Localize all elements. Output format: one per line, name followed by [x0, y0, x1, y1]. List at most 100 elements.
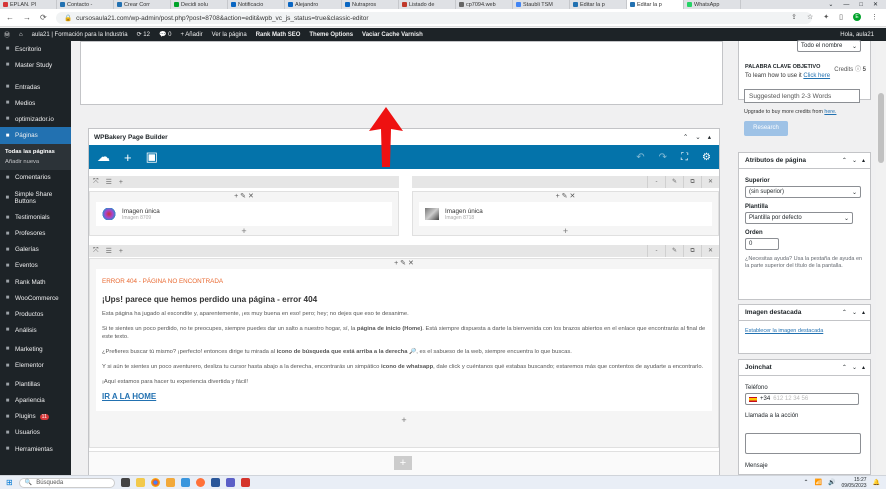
collapse-icon[interactable]: ▴	[862, 157, 865, 164]
sidebar-item-an-lisis[interactable]: ■ Análisis	[0, 322, 71, 338]
sidebar-item-apariencia[interactable]: ■ Apariencia	[0, 393, 71, 409]
add-column-icon[interactable]: +	[119, 179, 123, 186]
wordpress-logo-icon[interactable]: Ⓦ	[4, 30, 10, 39]
browser-tab[interactable]: Crear Corr	[114, 0, 171, 9]
sidebar-item-master-study[interactable]: ■ Master Study	[0, 57, 71, 73]
move-down-icon[interactable]: ⌄	[852, 309, 857, 316]
site-name[interactable]: aula21 | Formación para la Industria	[32, 32, 128, 38]
sidebar-item-herramientas[interactable]: ■ Herramientas	[0, 441, 71, 457]
add-column-icon[interactable]: +	[119, 248, 123, 255]
sidebar-item-optimizador-io[interactable]: ■ optimizador.io	[0, 111, 71, 127]
collapse-icon[interactable]: ▴	[708, 133, 711, 141]
sidebar-item-eventos[interactable]: ■ Eventos	[0, 258, 71, 274]
row-clone-icon[interactable]: ⧉	[683, 176, 701, 188]
clock[interactable]: 15:27 09/05/2023	[841, 477, 866, 489]
move-up-icon[interactable]: ⌃	[842, 309, 847, 316]
teams-icon[interactable]	[225, 478, 235, 487]
image-element[interactable]: Imagen única Imagen 8709	[96, 202, 392, 226]
explorer-icon[interactable]	[135, 478, 145, 487]
page-scrollbar[interactable]	[876, 41, 886, 475]
submenu-item[interactable]: Todas las páginas	[0, 147, 71, 157]
upgrade-link[interactable]: here.	[824, 109, 836, 115]
tab-search-icon[interactable]: ⌄	[828, 1, 833, 8]
volume-icon[interactable]: 🔊	[828, 479, 835, 486]
comments-link[interactable]: 💬 0	[159, 31, 171, 38]
add-row-button[interactable]: +	[394, 456, 412, 470]
cache-link[interactable]: Vaciar Cache Varnish	[362, 32, 423, 38]
sidebar-item-simple-share-buttons[interactable]: ■ Simple Share Buttons	[0, 186, 71, 210]
page-attributes-header[interactable]: Atributos de página ⌃ ⌄ ▴	[739, 153, 870, 169]
browser-tab[interactable]: Decidi solu	[171, 0, 228, 9]
cta-textarea[interactable]	[745, 433, 861, 454]
settings-gear-icon[interactable]: ⚙	[702, 152, 711, 163]
click-here-link[interactable]: Click here	[803, 73, 830, 79]
joinchat-header[interactable]: Joinchat ⌃ ⌄ ▴	[739, 360, 870, 376]
rank-math-link[interactable]: Rank Math SEO	[256, 32, 301, 38]
row-delete-icon[interactable]: ✕	[701, 245, 719, 257]
column-controls[interactable]: + ✎ ✕	[90, 192, 398, 202]
row-clone-icon[interactable]: ⧉	[683, 245, 701, 257]
notifications-icon[interactable]: 🔔	[873, 479, 880, 486]
add-element-plus[interactable]: +	[90, 226, 398, 236]
move-down-icon[interactable]: ⌄	[695, 133, 700, 141]
column-controls[interactable]: + ✎ ✕	[413, 192, 718, 202]
browser-tab[interactable]: Editar la p	[627, 0, 684, 9]
sidebar-item-rank-math[interactable]: ■ Rank Math	[0, 274, 71, 290]
files-icon[interactable]	[165, 478, 175, 487]
browser-tab[interactable]: Listado de	[399, 0, 456, 9]
chevron-up-icon[interactable]: ⌃	[803, 479, 808, 486]
layout-icon[interactable]: ☰	[106, 178, 112, 186]
close-window-icon[interactable]: ✕	[873, 1, 878, 8]
minimize-icon[interactable]: —	[843, 2, 849, 8]
browser-tab[interactable]: Contacto -	[57, 0, 114, 9]
template-select[interactable]: Plantilla por defecto ⌄	[745, 212, 853, 224]
templates-icon[interactable]: ▣	[146, 149, 158, 165]
windows-start-icon[interactable]: ⊞	[6, 478, 13, 487]
collapse-icon[interactable]: ▴	[862, 364, 865, 371]
scrollbar-thumb[interactable]	[878, 93, 884, 163]
firefox-icon[interactable]	[195, 478, 205, 487]
browser-tab[interactable]: Staubli TSM	[513, 0, 570, 9]
view-page-link[interactable]: Ver la página	[212, 32, 247, 38]
spain-flag-icon[interactable]	[749, 396, 757, 402]
sidebar-item-comentarios[interactable]: ■ Comentarios	[0, 170, 71, 186]
sidebar-item-plantillas[interactable]: ■ Plantillas	[0, 377, 71, 393]
redo-icon[interactable]: ↷	[659, 152, 667, 163]
bookmark-star-icon[interactable]: ☆	[807, 13, 813, 21]
move-up-icon[interactable]: ⌃	[842, 364, 847, 371]
chrome-icon[interactable]	[150, 478, 160, 487]
sidebar-item-plugins[interactable]: ■ Plugins 11	[0, 409, 71, 425]
add-element-plus[interactable]: +	[413, 226, 718, 236]
column-controls[interactable]: + ✎ ✕	[90, 259, 718, 269]
sidebar-item-testimonials[interactable]: ■ Testimonials	[0, 210, 71, 226]
submenu-item[interactable]: Añadir nueva	[0, 157, 71, 167]
featured-image-header[interactable]: Imagen destacada ⌃ ⌄ ▴	[739, 305, 870, 321]
sidebar-item-escritorio[interactable]: ■ Escritorio	[0, 41, 71, 57]
move-up-icon[interactable]: ⌃	[683, 133, 688, 141]
move-up-icon[interactable]: ⌃	[842, 157, 847, 164]
set-featured-image-link[interactable]: Establecer la imagen destacada	[745, 328, 823, 334]
sidebar-item-woocommerce[interactable]: ■ WooCommerce	[0, 290, 71, 306]
acrobat-icon[interactable]	[240, 478, 250, 487]
maximize-icon[interactable]: □	[859, 2, 863, 8]
address-bar[interactable]: 🔒 cursosaula21.com/wp-admin/post.php?pos…	[56, 12, 812, 24]
browser-tab[interactable]: Editar la p	[570, 0, 627, 9]
browser-tab[interactable]: Nutrapros	[342, 0, 399, 9]
phone-input[interactable]: +34 612 12 34 56	[745, 393, 859, 405]
new-content-link[interactable]: + Añadir	[180, 32, 202, 38]
drag-row-icon[interactable]: ⤧	[93, 247, 99, 255]
undo-icon[interactable]: ↶	[636, 152, 644, 163]
taskbar-search[interactable]: 🔍 Búsqueda	[18, 477, 115, 488]
menu-icon[interactable]: ⋮	[871, 13, 878, 21]
row-minus-icon[interactable]: -	[647, 245, 665, 257]
wpbakery-logo-icon[interactable]: ☁	[97, 149, 110, 165]
parent-select[interactable]: (sin superior) ⌄	[745, 186, 861, 198]
move-down-icon[interactable]: ⌄	[852, 364, 857, 371]
share-icon[interactable]: ⇪	[791, 13, 797, 21]
row-delete-icon[interactable]: ✕	[701, 176, 719, 188]
research-button[interactable]: Research	[744, 121, 788, 136]
word-icon[interactable]	[210, 478, 220, 487]
sidepanel-icon[interactable]: ▯	[839, 13, 843, 21]
sidebar-item-elementor[interactable]: ■ Elementor	[0, 358, 71, 374]
howdy-user[interactable]: Hola, aula21	[840, 32, 886, 38]
